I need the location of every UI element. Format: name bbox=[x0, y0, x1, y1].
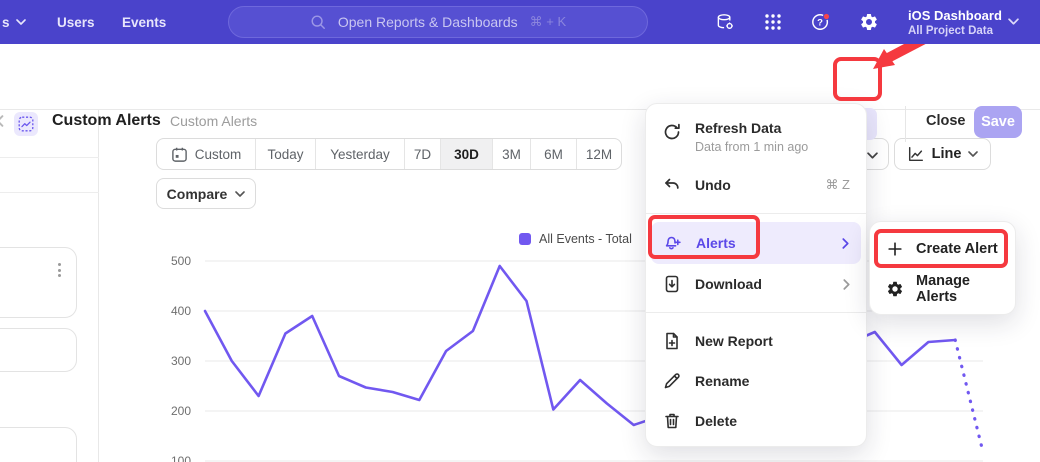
nav-truncated-label: s bbox=[2, 15, 10, 30]
menu-label: Download bbox=[695, 276, 762, 292]
nav-item-users[interactable]: Users bbox=[57, 0, 95, 44]
submenu-label: Create Alert bbox=[916, 241, 998, 257]
legend-label: All Events - Total bbox=[539, 232, 632, 246]
submenu-chevron-icon bbox=[843, 279, 850, 290]
svg-text:400: 400 bbox=[171, 304, 191, 318]
date-range-6m[interactable]: 6M bbox=[530, 139, 576, 169]
date-range-12m[interactable]: 12M bbox=[576, 139, 621, 169]
search-input[interactable]: Open Reports & Dashboards ⌘ + K bbox=[228, 6, 648, 38]
date-range-30d-selected[interactable]: 30D bbox=[440, 139, 492, 169]
menu-separator bbox=[646, 312, 866, 313]
undo-icon bbox=[662, 175, 682, 195]
bell-plus-icon bbox=[663, 233, 683, 253]
svg-text:300: 300 bbox=[171, 354, 191, 368]
breadcrumb: Custom Alerts bbox=[170, 88, 257, 154]
report-header: Custom Alerts Custom Alerts GV Duplicate… bbox=[0, 44, 1040, 110]
new-report-icon bbox=[662, 331, 682, 351]
save-button[interactable]: Save bbox=[974, 106, 1022, 138]
report-type-icon bbox=[14, 112, 38, 136]
svg-text:200: 200 bbox=[171, 404, 191, 418]
top-navigation-bar: s Users Events Open Reports & Dashboards… bbox=[0, 0, 1040, 44]
kebab-menu-icon[interactable] bbox=[58, 263, 61, 277]
menu-label: Undo bbox=[695, 177, 731, 193]
submenu-label: Manage Alerts bbox=[916, 273, 999, 305]
menu-label: New Report bbox=[695, 333, 773, 349]
menu-item-new-report[interactable]: New Report bbox=[646, 321, 866, 361]
menu-item-alerts[interactable]: Alerts bbox=[651, 222, 861, 264]
page-title: Custom Alerts bbox=[52, 88, 161, 154]
menu-item-undo[interactable]: Undo ⌘ Z bbox=[646, 165, 866, 205]
svg-text:500: 500 bbox=[171, 254, 191, 268]
menu-separator bbox=[646, 213, 866, 214]
left-sidebar bbox=[0, 110, 99, 462]
sidebar-card[interactable] bbox=[0, 427, 77, 462]
refresh-icon bbox=[662, 122, 682, 142]
chart-legend[interactable]: All Events - Total bbox=[519, 232, 632, 246]
project-name: iOS Dashboard bbox=[908, 8, 1002, 23]
menu-item-refresh-data[interactable]: Refresh Data Data from 1 min ago bbox=[646, 113, 866, 165]
date-range-today[interactable]: Today bbox=[255, 139, 315, 169]
chevron-down-icon bbox=[235, 191, 245, 197]
plus-icon bbox=[886, 240, 904, 258]
search-shortcut: ⌘ + K bbox=[530, 14, 567, 30]
menu-item-rename[interactable]: Rename bbox=[646, 361, 866, 401]
menu-label: Refresh Data bbox=[695, 120, 808, 136]
panel-collapse-icon[interactable] bbox=[0, 115, 4, 127]
gear-icon bbox=[886, 280, 904, 298]
svg-text:100: 100 bbox=[171, 454, 191, 462]
menu-sublabel: Data from 1 min ago bbox=[695, 140, 808, 154]
settings-icon[interactable] bbox=[859, 12, 879, 32]
sidebar-card[interactable] bbox=[0, 328, 77, 372]
search-placeholder: Open Reports & Dashboards bbox=[338, 14, 518, 30]
alerts-submenu: Create Alert Manage Alerts bbox=[869, 221, 1016, 315]
line-chart-icon bbox=[907, 145, 925, 163]
menu-label: Alerts bbox=[696, 235, 736, 251]
trash-icon bbox=[662, 411, 682, 431]
menu-shortcut: ⌘ Z bbox=[825, 177, 850, 193]
download-icon bbox=[662, 274, 682, 294]
project-scope: All Project Data bbox=[908, 25, 1002, 37]
sidebar-divider bbox=[0, 192, 99, 193]
search-icon bbox=[310, 14, 326, 30]
project-chevron-icon[interactable] bbox=[1008, 18, 1019, 25]
date-range-3m[interactable]: 3M bbox=[492, 139, 530, 169]
nav-item-truncated[interactable]: s bbox=[2, 0, 26, 44]
help-icon[interactable]: ? bbox=[811, 12, 831, 32]
svg-text:?: ? bbox=[817, 18, 823, 29]
sidebar-divider bbox=[0, 157, 99, 158]
submenu-chevron-icon bbox=[842, 238, 849, 249]
date-range-yesterday[interactable]: Yesterday bbox=[315, 139, 404, 169]
compare-button[interactable]: Compare bbox=[156, 178, 256, 209]
pencil-icon bbox=[662, 371, 682, 391]
nav-item-events[interactable]: Events bbox=[122, 0, 166, 44]
data-management-icon[interactable] bbox=[715, 12, 735, 32]
submenu-item-manage-alerts[interactable]: Manage Alerts bbox=[870, 269, 1015, 309]
sidebar-card[interactable] bbox=[0, 247, 77, 318]
report-options-menu: Refresh Data Data from 1 min ago Undo ⌘ … bbox=[645, 103, 867, 447]
submenu-item-create-alert[interactable]: Create Alert bbox=[870, 229, 1015, 269]
chevron-down-icon bbox=[867, 152, 878, 159]
project-selector[interactable]: iOS Dashboard All Project Data bbox=[908, 0, 1002, 44]
close-button[interactable]: Close bbox=[926, 88, 966, 154]
menu-item-delete[interactable]: Delete bbox=[646, 401, 866, 441]
header-divider bbox=[905, 106, 906, 142]
date-range-7d[interactable]: 7D bbox=[404, 139, 440, 169]
apps-grid-icon[interactable] bbox=[763, 12, 783, 32]
menu-item-download[interactable]: Download bbox=[646, 264, 866, 304]
menu-label: Delete bbox=[695, 413, 737, 429]
menu-label: Rename bbox=[695, 373, 749, 389]
chevron-down-icon bbox=[16, 19, 26, 25]
chevron-down-icon bbox=[968, 151, 978, 157]
legend-swatch bbox=[519, 233, 531, 245]
